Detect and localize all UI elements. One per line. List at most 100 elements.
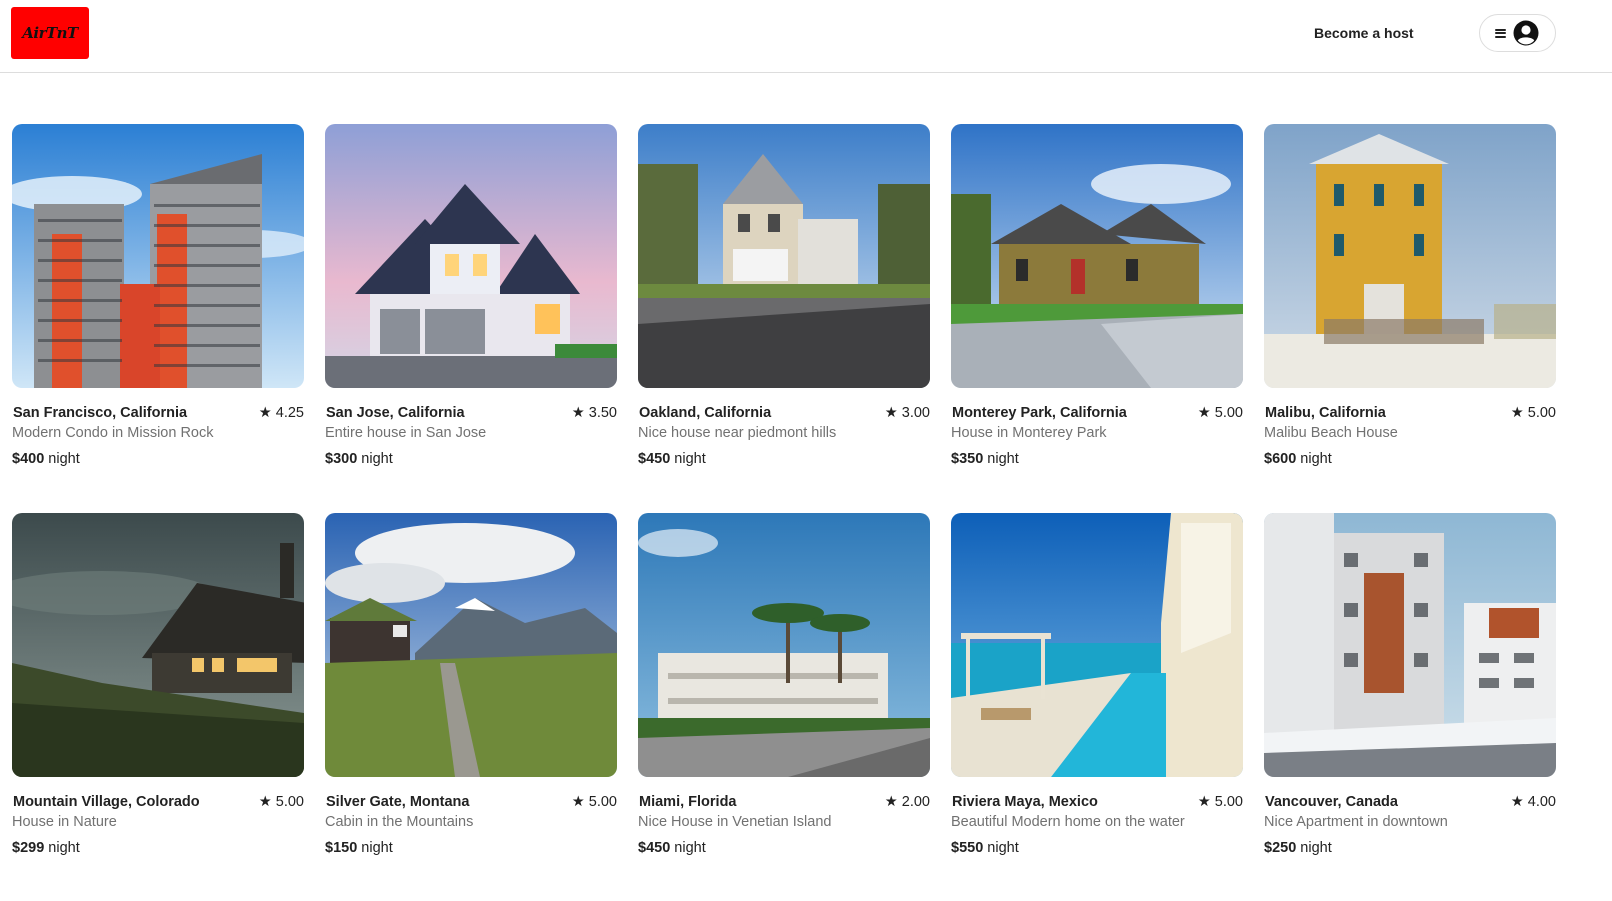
rating-value: 5.00 (1214, 794, 1243, 810)
listing-photo[interactable] (12, 124, 304, 388)
listing-rating: ★ 4.00 (1511, 794, 1556, 810)
listing-photo[interactable] (12, 513, 304, 777)
price-unit: night (674, 451, 706, 467)
price-value: $350 (951, 451, 984, 467)
listing-rating: ★ 5.00 (572, 794, 617, 810)
star-icon: ★ (1197, 794, 1211, 810)
price-unit: night (987, 451, 1019, 467)
condo-tower-photo (12, 124, 304, 388)
listing-location: Miami, Florida (639, 794, 737, 810)
price-value: $550 (951, 840, 984, 856)
listing-location: Vancouver, Canada (1265, 794, 1398, 810)
listing-location: Monterey Park, California (952, 405, 1127, 421)
listing-rating: ★ 5.00 (1198, 405, 1243, 421)
green-house-photo (951, 124, 1243, 388)
listing-photo[interactable] (1264, 124, 1556, 388)
rating-value: 4.25 (275, 405, 304, 421)
beach-house-photo (1264, 124, 1556, 388)
listing-photo[interactable] (638, 124, 930, 388)
listing-rating: ★ 2.00 (885, 794, 930, 810)
rating-value: 3.50 (588, 405, 617, 421)
price-value: $400 (12, 451, 45, 467)
price-value: $600 (1264, 451, 1297, 467)
price-value: $450 (638, 840, 671, 856)
listing-location: Silver Gate, Montana (326, 794, 470, 810)
listing-location: Malibu, California (1265, 405, 1386, 421)
price-unit: night (361, 840, 393, 856)
price-unit: night (1300, 451, 1332, 467)
star-icon: ★ (571, 405, 585, 421)
listing-location: Mountain Village, Colorado (13, 794, 200, 810)
rating-value: 5.00 (588, 794, 617, 810)
star-icon: ★ (1510, 405, 1524, 421)
listing-rating: ★ 5.00 (1198, 794, 1243, 810)
suburban-house-photo (325, 124, 617, 388)
price-value: $300 (325, 451, 358, 467)
price-value: $450 (638, 451, 671, 467)
listing-price: $150 night (325, 840, 393, 856)
listing-photo[interactable] (325, 513, 617, 777)
listing-price: $550 night (951, 840, 1019, 856)
listing-location: San Jose, California (326, 405, 465, 421)
price-value: $250 (1264, 840, 1297, 856)
star-icon: ★ (884, 405, 898, 421)
apartment-block-photo (1264, 513, 1556, 777)
rating-value: 4.00 (1527, 794, 1556, 810)
listing-price: $250 night (1264, 840, 1332, 856)
rating-value: 2.00 (901, 794, 930, 810)
listing-description: Nice House in Venetian Island (638, 814, 832, 830)
star-icon: ★ (258, 794, 272, 810)
listing-rating: ★ 5.00 (1511, 405, 1556, 421)
thatched-cottage-photo (12, 513, 304, 777)
star-icon: ★ (1197, 405, 1211, 421)
star-icon: ★ (571, 794, 585, 810)
price-value: $150 (325, 840, 358, 856)
listing-rating: ★ 3.00 (885, 405, 930, 421)
listing-price: $450 night (638, 451, 706, 467)
listing-rating: ★ 3.50 (572, 405, 617, 421)
listing-price: $350 night (951, 451, 1019, 467)
mountain-cabin-photo (325, 513, 617, 777)
listing-description: Cabin in the Mountains (325, 814, 474, 830)
listing-price: $300 night (325, 451, 393, 467)
price-unit: night (361, 451, 393, 467)
rating-value: 5.00 (1527, 405, 1556, 421)
listing-photo[interactable] (325, 124, 617, 388)
listing-description: Entire house in San Jose (325, 425, 487, 441)
listing-price: $400 night (12, 451, 80, 467)
listing-location: Riviera Maya, Mexico (952, 794, 1098, 810)
star-icon: ★ (258, 405, 272, 421)
palm-villa-photo (638, 513, 930, 777)
price-unit: night (48, 840, 80, 856)
rating-value: 3.00 (901, 405, 930, 421)
star-icon: ★ (884, 794, 898, 810)
listing-price: $299 night (12, 840, 80, 856)
listing-description: Nice Apartment in downtown (1264, 814, 1448, 830)
price-value: $299 (12, 840, 45, 856)
listing-price: $600 night (1264, 451, 1332, 467)
listing-description: House in Nature (12, 814, 117, 830)
infinity-pool-photo (951, 513, 1243, 777)
price-unit: night (48, 451, 80, 467)
rating-value: 5.00 (275, 794, 304, 810)
listing-rating: ★ 4.25 (259, 405, 304, 421)
listing-photo[interactable] (638, 513, 930, 777)
rating-value: 5.00 (1214, 405, 1243, 421)
listing-photo[interactable] (951, 513, 1243, 777)
listing-location: San Francisco, California (13, 405, 188, 421)
listing-description: Modern Condo in Mission Rock (12, 425, 214, 441)
listing-price: $450 night (638, 840, 706, 856)
price-unit: night (674, 840, 706, 856)
listing-photo[interactable] (1264, 513, 1556, 777)
star-icon: ★ (1510, 794, 1524, 810)
listing-location: Oakland, California (639, 405, 772, 421)
price-unit: night (1300, 840, 1332, 856)
listing-description: Beautiful Modern home on the water (951, 814, 1185, 830)
listing-description: House in Monterey Park (951, 425, 1107, 441)
listing-description: Nice house near piedmont hills (638, 425, 837, 441)
listing-rating: ★ 5.00 (259, 794, 304, 810)
listing-photo[interactable] (951, 124, 1243, 388)
street-house-photo (638, 124, 930, 388)
listing-description: Malibu Beach House (1264, 425, 1398, 441)
listings-grid: San Francisco, California ★ 4.25 Modern … (0, 0, 1612, 901)
